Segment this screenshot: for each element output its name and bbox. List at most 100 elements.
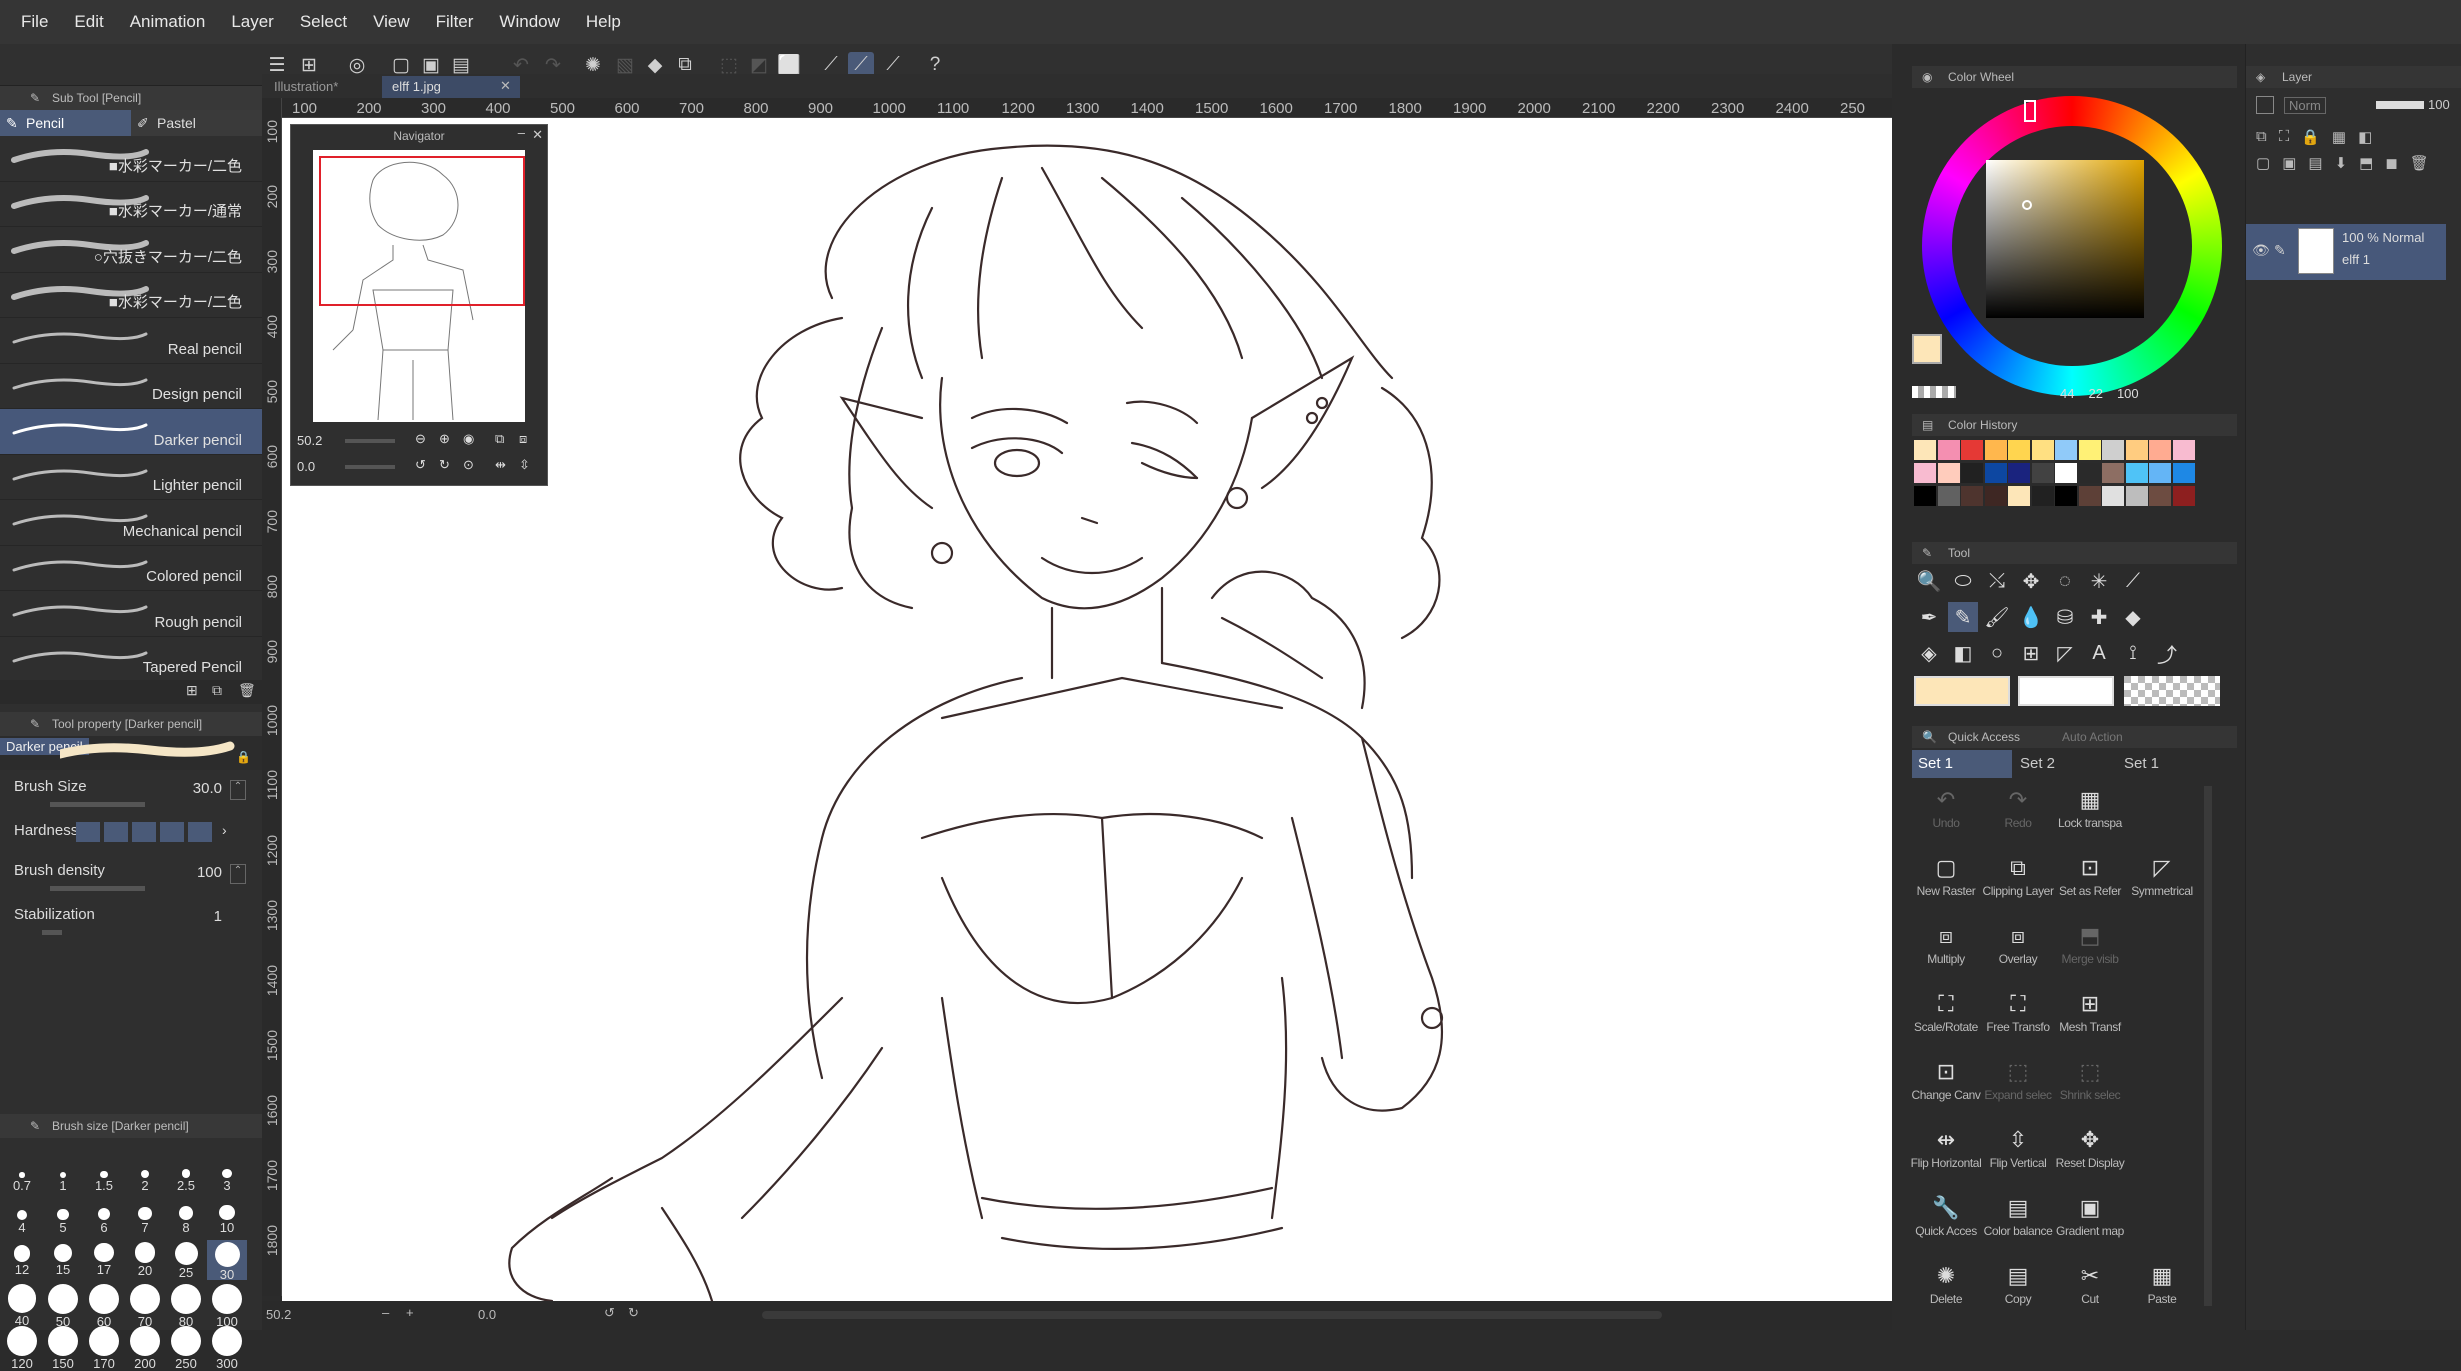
- brush-density-slider[interactable]: [50, 886, 145, 891]
- brush-item[interactable]: ○穴抜きマーカー/二色: [0, 227, 262, 273]
- brush-size-cell[interactable]: 20: [125, 1240, 165, 1280]
- zoom-fit-icon[interactable]: ◉: [463, 431, 474, 447]
- sub-color-chip[interactable]: [2018, 676, 2114, 706]
- blend-tool-icon[interactable]: ✚: [2084, 602, 2114, 632]
- zoom-in-icon[interactable]: ⊕: [439, 431, 450, 447]
- layer-mask-icon[interactable]: ◧: [2358, 128, 2372, 150]
- quick-access-button[interactable]: ◸ Symmetrical: [2126, 852, 2198, 912]
- brush-size-cell[interactable]: 50: [43, 1282, 83, 1329]
- quick-access-button[interactable]: ⧈ Overlay: [1982, 920, 2054, 980]
- menu-help[interactable]: Help: [573, 0, 634, 44]
- combine-icon[interactable]: ⬒: [2359, 154, 2373, 176]
- layer-row[interactable]: 👁 ✎ 100 % Normal elff 1: [2246, 224, 2446, 280]
- navigator-zoom-slider[interactable]: [345, 439, 395, 443]
- brush-size-cell[interactable]: 12: [2, 1240, 42, 1280]
- color-history-swatch[interactable]: [2172, 486, 2195, 506]
- color-picker-handle[interactable]: [2022, 200, 2032, 210]
- brush-size-row[interactable]: Brush Size 30.0 ⌃: [0, 770, 262, 814]
- brush-size-cell[interactable]: 1.5: [84, 1156, 124, 1196]
- navigator-preview[interactable]: [313, 150, 525, 422]
- quick-access-button[interactable]: ⇹ Flip Horizontal: [1910, 1124, 1982, 1184]
- saturation-value-square[interactable]: [1986, 160, 2144, 318]
- close-tab-icon[interactable]: ✕: [500, 78, 511, 94]
- hardness-level[interactable]: [132, 822, 156, 842]
- main-color-swatch[interactable]: [1912, 334, 1942, 364]
- add-sub-tool-icon[interactable]: ⊞: [186, 682, 198, 699]
- brush-item[interactable]: ■水彩マーカー/二色: [0, 273, 262, 318]
- color-history-swatch[interactable]: [2031, 440, 2054, 460]
- color-history-swatch[interactable]: [2149, 440, 2171, 460]
- opacity-value[interactable]: 100: [2428, 97, 2450, 112]
- navigator-rotation-value[interactable]: 0.0: [297, 459, 315, 474]
- menu-edit[interactable]: Edit: [61, 0, 116, 44]
- layer-color-icon[interactable]: [2256, 96, 2274, 114]
- color-history-swatch[interactable]: [2149, 486, 2171, 506]
- airbrush-tool-icon[interactable]: 💧: [2016, 602, 2046, 632]
- brush-item[interactable]: Design pencil: [0, 364, 262, 409]
- frame-tool-icon[interactable]: ⊞: [2016, 638, 2046, 668]
- navigator-zoom-value[interactable]: 50.2: [297, 433, 322, 448]
- magic-wand-icon[interactable]: ✳: [2084, 566, 2114, 596]
- new-vector-layer-icon[interactable]: ▣: [2282, 154, 2296, 176]
- color-history-swatch[interactable]: [2031, 463, 2054, 483]
- color-history-swatch[interactable]: [2078, 440, 2101, 460]
- brush-size-cell[interactable]: 8: [166, 1198, 206, 1238]
- brush-size-cell[interactable]: 10: [207, 1198, 247, 1238]
- reset-rotation-icon[interactable]: ⊙: [463, 457, 474, 473]
- delete-sub-tool-icon[interactable]: 🗑: [238, 682, 256, 699]
- zoom-out-icon[interactable]: ⊖: [415, 431, 426, 447]
- color-history-swatch[interactable]: [2078, 486, 2101, 506]
- stabilization-value[interactable]: 1: [214, 908, 222, 925]
- menu-window[interactable]: Window: [486, 0, 572, 44]
- color-history-swatch[interactable]: [2055, 463, 2077, 483]
- rotate-left-icon[interactable]: ↺: [415, 457, 426, 473]
- color-history-swatch[interactable]: [2125, 463, 2148, 483]
- status-rotate-left-icon[interactable]: ↺: [604, 1305, 615, 1321]
- brush-tool-icon[interactable]: 🖌: [1982, 602, 2012, 632]
- quick-access-button[interactable]: ⇳ Flip Vertical: [1982, 1124, 2054, 1184]
- quick-access-button[interactable]: 🔧 Quick Acces: [1910, 1192, 1982, 1252]
- eye-icon[interactable]: 👁: [2252, 242, 2270, 259]
- zoom-tool-icon[interactable]: 🔍: [1914, 566, 1944, 596]
- quick-access-button[interactable]: ⧉ Clipping Layer: [1982, 852, 2054, 912]
- status-rotation[interactable]: 0.0: [478, 1307, 496, 1322]
- color-history-swatch[interactable]: [2031, 486, 2054, 506]
- hue-ring[interactable]: [1922, 96, 2222, 396]
- close-icon[interactable]: ✕: [532, 127, 543, 143]
- brush-item[interactable]: Mechanical pencil: [0, 500, 262, 546]
- tab-pencil[interactable]: ✎ Pencil: [0, 110, 131, 136]
- brush-size-cell[interactable]: 300: [207, 1324, 247, 1371]
- brush-size-cell[interactable]: 30: [207, 1240, 247, 1282]
- quick-access-title[interactable]: Quick Access: [1948, 730, 2020, 744]
- quick-access-button[interactable]: ▤ Color balance: [1982, 1192, 2054, 1252]
- brush-size-cell[interactable]: 60: [84, 1282, 124, 1329]
- new-folder-icon[interactable]: ▤: [2308, 154, 2322, 176]
- menu-file[interactable]: File: [8, 0, 61, 44]
- color-history-swatch[interactable]: [1914, 486, 1936, 506]
- quick-access-button[interactable]: ↷ Redo: [1982, 784, 2054, 844]
- hardness-level[interactable]: [104, 822, 128, 842]
- brush-size-cell[interactable]: 120: [2, 1324, 42, 1371]
- brush-item[interactable]: Lighter pencil: [0, 455, 262, 500]
- edit-icon[interactable]: ✎: [2274, 242, 2286, 259]
- balloon-tool-icon[interactable]: ⟟: [2118, 638, 2148, 668]
- navigator-rotation-slider[interactable]: [345, 465, 395, 469]
- selection-tool-icon[interactable]: ◌: [2050, 566, 2080, 596]
- brush-density-row[interactable]: Brush density 100 ⌃: [0, 854, 262, 898]
- color-history-swatch[interactable]: [2172, 440, 2195, 460]
- color-history-swatch[interactable]: [1937, 463, 1960, 483]
- status-zoom-in-icon[interactable]: +: [406, 1305, 414, 1320]
- quick-access-button[interactable]: ⬒ Merge visib: [2054, 920, 2126, 980]
- tab-illustration[interactable]: Illustration*: [264, 76, 348, 98]
- flip-vertical-icon[interactable]: ⇳: [519, 457, 530, 473]
- color-history-swatch[interactable]: [1961, 440, 1983, 460]
- color-history-swatch[interactable]: [2102, 486, 2124, 506]
- move-tool-icon[interactable]: ✥: [2016, 566, 2046, 596]
- new-raster-layer-icon[interactable]: ▢: [2256, 154, 2270, 176]
- brush-size-cell[interactable]: 2: [125, 1156, 165, 1196]
- color-history-swatch[interactable]: [1984, 486, 2007, 506]
- color-history-swatch[interactable]: [1914, 440, 1936, 460]
- blend-mode-select[interactable]: Norm: [2284, 97, 2326, 114]
- brush-size-cell[interactable]: 15: [43, 1240, 83, 1280]
- color-history-swatch[interactable]: [1984, 440, 2007, 460]
